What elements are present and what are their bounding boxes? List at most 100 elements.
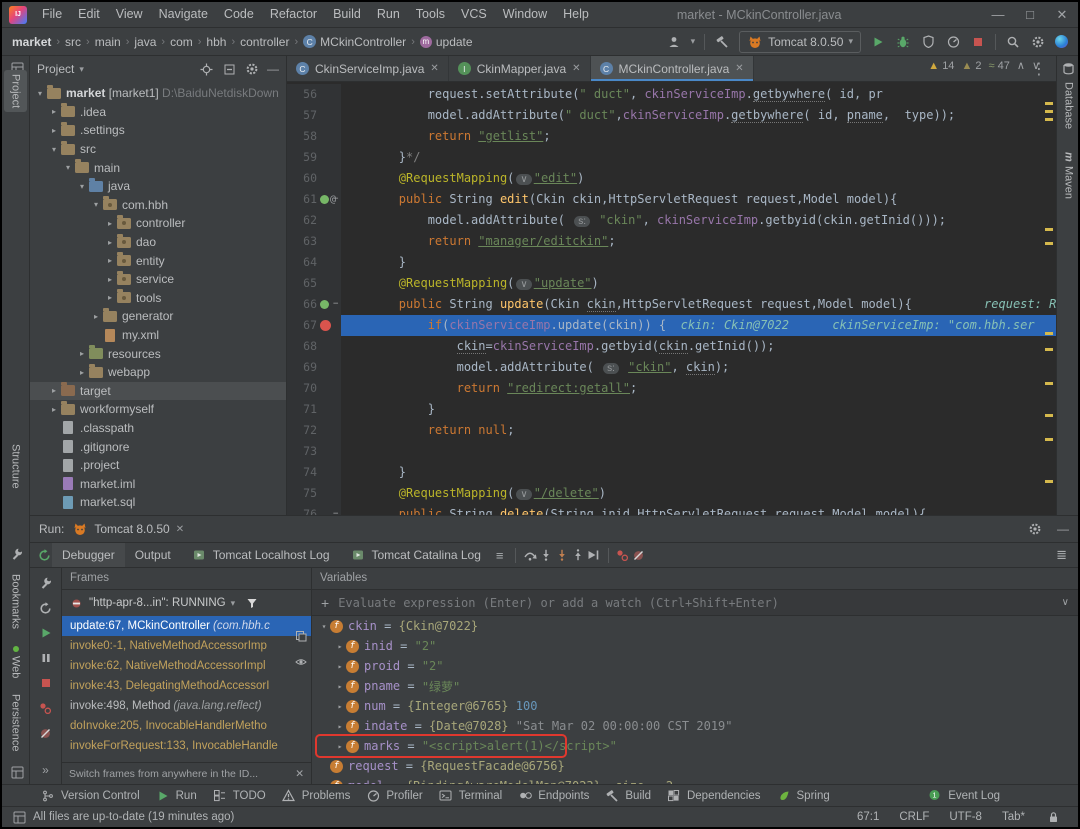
layout-settings-icon[interactable]: ≣ [1051, 547, 1072, 563]
status-tool-terminal[interactable]: Terminal [438, 788, 502, 804]
tree-arrow-icon[interactable]: ▸ [90, 312, 102, 321]
lock-icon[interactable] [1045, 809, 1061, 825]
tree-item-.project[interactable]: .project [30, 456, 286, 475]
error-stripe-mark[interactable] [1045, 480, 1053, 483]
gutter[interactable]: 64 [287, 252, 341, 273]
hide-panel-icon[interactable]: — [267, 62, 279, 76]
gutter[interactable]: 59 [287, 147, 341, 168]
status-tool-problems[interactable]: Problems [281, 788, 350, 804]
tree-item-.idea[interactable]: ▸ .idea [30, 103, 286, 122]
code-line-69[interactable]: 69 model.addAttribute( s: "ckin", ckin); [287, 357, 1056, 378]
code-line-73[interactable]: 73 [287, 441, 1056, 462]
variable-inid[interactable]: ▸ f inid = "2" [312, 636, 1078, 656]
editor-tab-CkinServiceImp.java[interactable]: C CkinServiceImp.java ✕ [287, 56, 449, 81]
gutter[interactable]: 67 [287, 315, 341, 336]
code-line-58[interactable]: 58 return "getlist"; [287, 126, 1056, 147]
shield-icon[interactable] [920, 34, 936, 50]
variable-request[interactable]: f request = {RequestFacade@6756} [312, 756, 1078, 776]
menu-tools[interactable]: Tools [408, 2, 453, 27]
gutter[interactable]: 68 [287, 336, 341, 357]
error-stripe-mark[interactable] [1045, 382, 1053, 385]
variable-marks[interactable]: ▸ f marks = "<script>alert(1)</script>" [312, 736, 1078, 756]
hammer-icon[interactable] [714, 34, 730, 50]
menu-view[interactable]: View [108, 2, 151, 27]
tool-button-project[interactable]: Project [4, 70, 27, 113]
gutter[interactable]: 72 [287, 420, 341, 441]
error-stripe-mark[interactable] [1045, 110, 1053, 113]
editor-tab-MCkinController.java[interactable]: C MCkinController.java ✕ [590, 56, 754, 81]
wrench-icon[interactable] [9, 546, 25, 562]
code-line-74[interactable]: 74 } [287, 462, 1056, 483]
stop-icon[interactable] [970, 34, 986, 50]
event-log-button[interactable]: 1 Event Log [926, 788, 1000, 804]
refresh-icon[interactable] [38, 600, 54, 616]
layout-icon[interactable]: ≡ [491, 548, 509, 563]
tree-arrow-icon[interactable]: ▸ [104, 293, 116, 302]
gutter[interactable]: 65 [287, 273, 341, 294]
menu-code[interactable]: Code [216, 2, 262, 27]
caret-position[interactable]: 67:1 [857, 811, 879, 823]
tree-arrow-icon[interactable]: ▸ [76, 349, 88, 358]
funnel-icon[interactable] [244, 595, 260, 611]
tree-item-main[interactable]: ▾ main [30, 158, 286, 177]
thread-selector[interactable]: "http-apr-8...in": RUNNING ▾ [62, 590, 311, 616]
close-tab-icon[interactable]: ✕ [176, 524, 184, 535]
gutter[interactable]: 74 [287, 462, 341, 483]
variable-model[interactable]: fmodel = {BindingAwareModelMap@7023} siz… [312, 776, 1078, 784]
maximize-button[interactable]: □ [1014, 2, 1046, 27]
gutter[interactable]: 60 [287, 168, 341, 189]
breadcrumb-com[interactable]: com [170, 35, 193, 49]
breadcrumb-update[interactable]: m update [419, 35, 473, 49]
code-line-66[interactable]: 66− public String update(Ckin ckin,HttpS… [287, 294, 1056, 315]
next-problem-icon[interactable]: ∨ [1032, 59, 1040, 72]
tree-item-workformyself[interactable]: ▸ workformyself [30, 400, 286, 419]
tree-arrow-icon[interactable]: ▸ [48, 126, 60, 135]
menu-run[interactable]: Run [369, 2, 408, 27]
menu-build[interactable]: Build [325, 2, 369, 27]
tree-item-market[interactable]: ▾ market [market1] D:\BaiduNetdiskDown [30, 84, 286, 103]
breadcrumb-main[interactable]: main [95, 35, 121, 49]
code-line-67[interactable]: 67 if(ckinServiceImp.update(ckin)) { cki… [287, 315, 1056, 336]
variable-indate[interactable]: ▸ f indate = {Date@7028} "Sat Mar 02 00:00… [312, 716, 1078, 736]
gutter[interactable]: 70 [287, 378, 341, 399]
tree-arrow-icon[interactable]: ▾ [34, 89, 46, 98]
tree-item-market.iml[interactable]: market.iml [30, 474, 286, 493]
gutter[interactable]: 71 [287, 399, 341, 420]
minimize-button[interactable]: — [982, 2, 1014, 27]
gutter[interactable]: 61 @ − [287, 189, 341, 210]
status-tool-todo[interactable]: TODO [212, 788, 266, 804]
gutter[interactable]: 63 [287, 231, 341, 252]
gutter[interactable]: 66− [287, 294, 341, 315]
close-tab-icon[interactable]: ✕ [735, 63, 743, 74]
pause-icon[interactable] [38, 650, 54, 666]
editor-tab-CkinMapper.java[interactable]: I CkinMapper.java ✕ [449, 56, 591, 81]
error-stripe-mark[interactable] [1045, 228, 1053, 231]
watch-icon[interactable] [293, 654, 309, 670]
menu-vcs[interactable]: VCS [453, 2, 495, 27]
tree-arrow-icon[interactable]: ▾ [62, 163, 74, 172]
frame-item[interactable]: invokeForRequest:133, InvocableHandle [62, 736, 311, 756]
variable-num[interactable]: ▸ f num = {Integer@6765} 100 [312, 696, 1078, 716]
tool-button-database[interactable]: Database [1057, 78, 1078, 133]
status-tool-build[interactable]: Build [604, 788, 651, 804]
tree-item-generator[interactable]: ▸ generator [30, 307, 286, 326]
wrench-icon[interactable] [38, 575, 54, 591]
tool-button-bookmarks[interactable]: Bookmarks [4, 570, 27, 633]
tool-window-toggle-icon[interactable] [11, 809, 27, 825]
tree-item-com.hbh[interactable]: ▾ com.hbh [30, 196, 286, 215]
tree-item-service[interactable]: ▸ service [30, 270, 286, 289]
chevron-down-icon[interactable]: ▾ [231, 598, 236, 609]
gutter[interactable]: 56 [287, 84, 341, 105]
crosshair-icon[interactable] [198, 61, 214, 77]
frame-item[interactable]: doInvoke:205, InvocableHandlerMetho [62, 716, 311, 736]
gutter[interactable]: 73 [287, 441, 341, 462]
stop-icon[interactable] [38, 675, 54, 691]
code-line-62[interactable]: 62 model.addAttribute( s: "ckin", ckinSe… [287, 210, 1056, 231]
gear-icon[interactable] [1030, 34, 1046, 50]
tree-arrow-icon[interactable]: ▸ [104, 238, 116, 247]
gutter[interactable]: 62 [287, 210, 341, 231]
run-config-tab[interactable]: Tomcat 8.0.50 ✕ [72, 521, 184, 537]
tree-item-controller[interactable]: ▸ controller [30, 214, 286, 233]
add-watch-icon[interactable]: + [321, 595, 329, 611]
code-editor[interactable]: 56 request.setAttribute(" duct", ckinSer… [287, 82, 1056, 515]
